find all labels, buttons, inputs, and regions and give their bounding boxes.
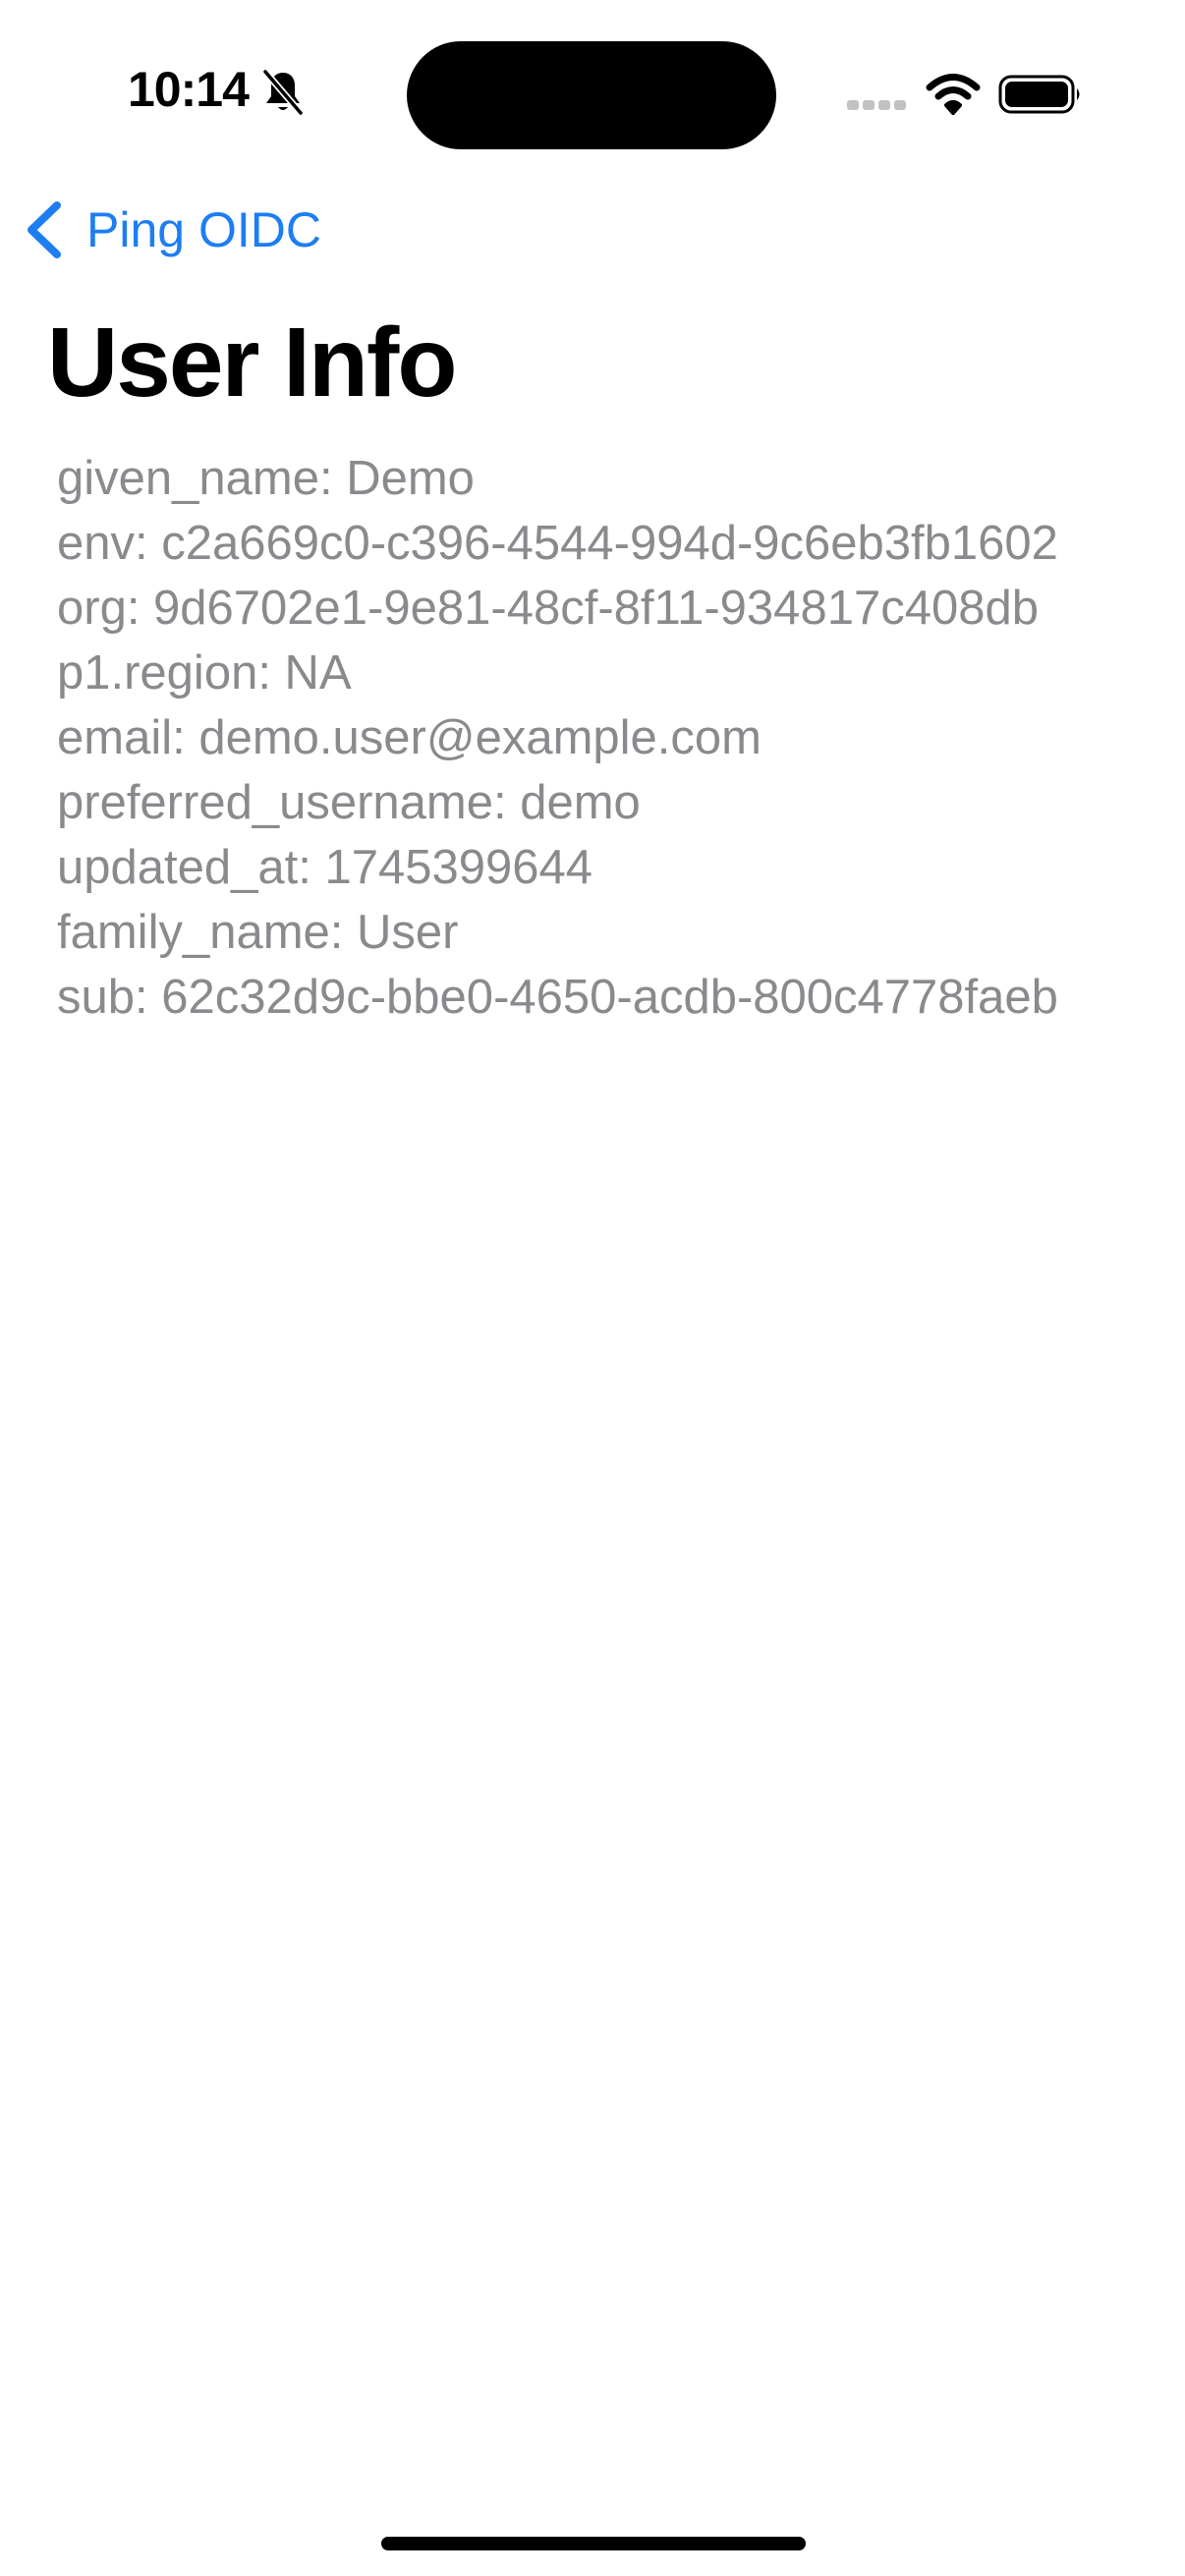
back-button-label: Ping OIDC (86, 202, 321, 257)
info-email: email: demo.user@example.com (57, 711, 762, 764)
back-button[interactable]: Ping OIDC (22, 193, 321, 267)
cellular-signal-icon (847, 100, 906, 110)
battery-icon (998, 75, 1080, 114)
chevron-left-icon (28, 201, 61, 258)
status-time: 10:14 (128, 62, 250, 117)
info-given-name: given_name: Demo (57, 452, 475, 505)
page-title: User Info (47, 308, 457, 418)
info-org: org: 9d6702e1-9e81-48cf-8f11-934817c408d… (57, 582, 1039, 635)
info-updated-at: updated_at: 1745399644 (57, 841, 592, 894)
info-region: p1.region: NA (57, 646, 352, 700)
info-env: env: c2a669c0-c396-4544-994d-9c6eb3fb160… (57, 517, 1058, 570)
home-indicator[interactable] (381, 2537, 806, 2550)
status-bar: 10:14 (0, 0, 1185, 187)
user-info-list: given_name: Demo env: c2a669c0-c396-4544… (57, 446, 1157, 1030)
info-preferred-username: preferred_username: demo (57, 776, 641, 829)
info-family-name: family_name: User (57, 906, 459, 959)
dynamic-island (407, 41, 776, 149)
info-sub: sub: 62c32d9c-bbe0-4650-acdb-800c4778fae… (57, 971, 1058, 1024)
bell-slash-icon (262, 69, 304, 116)
wifi-icon (926, 74, 981, 115)
